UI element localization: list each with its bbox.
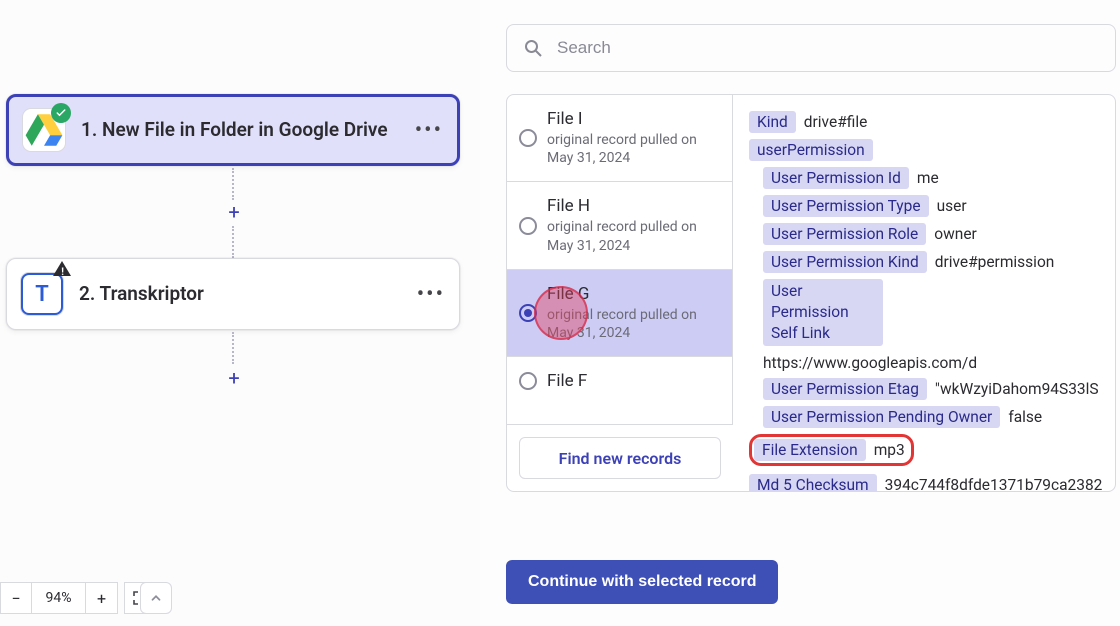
step-menu-button[interactable]: ••• xyxy=(415,118,443,143)
record-item[interactable]: File H original record pulled onMay 31, … xyxy=(507,182,732,269)
detail-value: owner xyxy=(934,225,977,243)
record-detail[interactable]: Kind drive#file userPermission User Permiss… xyxy=(733,95,1115,491)
detail-value: 394c744f8dfde1371b79ca2382 xyxy=(885,476,1103,491)
detail-key: Md 5 Checksum xyxy=(749,474,877,491)
radio-icon xyxy=(519,372,537,390)
search-icon xyxy=(523,38,543,58)
detail-key: User Permission Id xyxy=(763,167,909,189)
google-drive-icon xyxy=(23,109,65,151)
detail-key: User Permission Type xyxy=(763,195,929,217)
search-input[interactable] xyxy=(555,37,1099,59)
record-name: File H xyxy=(547,196,716,216)
detail-value: user xyxy=(937,197,967,215)
detail-key: User Permission Pending Owner xyxy=(763,406,1000,428)
detail-row: User Permission Pending Owner false xyxy=(763,406,1105,428)
detail-row: User Permission Self Link https://www.goo… xyxy=(763,279,1105,372)
record-name: File G xyxy=(547,284,716,304)
warn-glyph: ! xyxy=(61,267,64,278)
record-meta: original record pulled onMay 31, 2024 xyxy=(547,131,716,167)
continue-button[interactable]: Continue with selected record xyxy=(506,560,778,604)
zoom-level[interactable]: 94% xyxy=(32,582,86,614)
record-item[interactable]: File F xyxy=(507,357,732,405)
find-new-records-button[interactable]: Find new records xyxy=(519,437,721,479)
detail-key: userPermission xyxy=(749,139,873,161)
detail-value: false xyxy=(1008,408,1042,426)
detail-value: https://www.googleapis.com/d xyxy=(763,354,977,372)
record-meta: original record pulled onMay 31, 2024 xyxy=(547,218,716,254)
step-card-1[interactable]: 1. New File in Folder in Google Drive ••… xyxy=(6,94,460,166)
collapse-panel-button[interactable] xyxy=(140,582,172,614)
record-item[interactable]: File I original record pulled onMay 31, … xyxy=(507,95,732,182)
connector xyxy=(232,226,234,258)
record-list[interactable]: File I original record pulled onMay 31, … xyxy=(507,95,733,424)
connector xyxy=(232,168,234,200)
step-title: 1. New File in Folder in Google Drive xyxy=(81,118,399,142)
detail-key: User Permission Role xyxy=(763,223,926,245)
find-row: Find new records xyxy=(507,424,733,491)
zoom-in-button[interactable]: + xyxy=(86,582,118,614)
record-name: File I xyxy=(547,109,716,129)
record-picker: File I original record pulled onMay 31, … xyxy=(506,94,1116,492)
detail-row: User Permission Type user xyxy=(763,195,1105,217)
record-item[interactable]: File G original record pulled onMay 31, … xyxy=(507,270,732,357)
radio-icon xyxy=(519,304,537,322)
detail-key: Kind xyxy=(749,111,796,133)
detail-row: Md 5 Checksum 394c744f8dfde1371b79ca2382 xyxy=(749,474,1105,491)
record-meta: original record pulled onMay 31, 2024 xyxy=(547,306,716,342)
detail-key: File Extension xyxy=(754,439,866,461)
detail-row: User Permission Id me xyxy=(763,167,1105,189)
radio-icon xyxy=(519,217,537,235)
detail-value: "wkWzyiDahom94S33lS xyxy=(935,380,1099,398)
detail-key: User Permission Self Link xyxy=(763,279,883,346)
status-ok-badge xyxy=(51,103,71,123)
zoom-out-button[interactable]: − xyxy=(0,582,32,614)
detail-row: File Extension mp3 xyxy=(749,434,914,466)
connector xyxy=(232,332,234,364)
detail-key: User Permission Kind xyxy=(763,251,927,273)
detail-key: User Permission Etag xyxy=(763,378,927,400)
step-menu-button[interactable]: ••• xyxy=(417,282,445,307)
detail-value: drive#permission xyxy=(935,253,1055,271)
detail-value: me xyxy=(917,169,939,187)
zoom-toolbar: − 94% + xyxy=(0,582,156,614)
transkriptor-icon: T ! xyxy=(21,273,63,315)
detail-row: User Permission Role owner xyxy=(763,223,1105,245)
record-name: File F xyxy=(547,371,716,391)
detail-row: User Permission Kind drive#permission xyxy=(763,251,1105,273)
radio-icon xyxy=(519,129,537,147)
detail-value: drive#file xyxy=(804,113,868,131)
add-step-button[interactable]: + xyxy=(222,200,246,224)
workflow-canvas: 1. New File in Folder in Google Drive ••… xyxy=(0,0,480,626)
detail-row: User Permission Etag "wkWzyiDahom94S33lS xyxy=(763,378,1105,400)
detail-value: mp3 xyxy=(874,441,905,459)
search-field-wrap[interactable] xyxy=(506,24,1116,72)
add-step-button[interactable]: + xyxy=(222,366,246,390)
record-picker-panel: File I original record pulled onMay 31, … xyxy=(490,0,1120,626)
step-card-2[interactable]: T ! 2. Transkriptor ••• xyxy=(6,258,460,330)
detail-row: userPermission xyxy=(749,139,1105,161)
step-title: 2. Transkriptor xyxy=(79,282,401,306)
detail-row: Kind drive#file xyxy=(749,111,1105,133)
